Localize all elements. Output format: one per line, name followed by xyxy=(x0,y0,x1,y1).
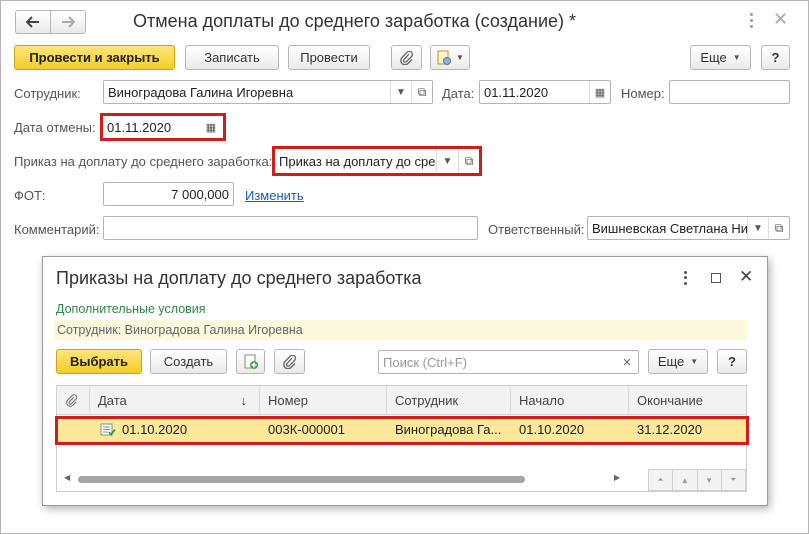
write-button[interactable]: Записать xyxy=(185,45,279,70)
open-icon[interactable]: ⧉ xyxy=(411,81,432,103)
column-date[interactable]: Дата ↓ xyxy=(90,386,260,415)
post-and-close-button[interactable]: Провести и закрыть xyxy=(14,45,175,70)
arrow-left-icon xyxy=(26,16,39,28)
extra-conditions-header[interactable]: Дополнительные условия xyxy=(56,302,206,316)
paperclip-icon xyxy=(399,50,413,65)
scroll-right-icon[interactable]: ▶ xyxy=(614,473,620,482)
scroll-down-icon[interactable]: ▼ xyxy=(696,469,721,491)
change-link[interactable]: Изменить xyxy=(245,188,304,203)
column-start[interactable]: Начало xyxy=(511,386,629,415)
back-button[interactable] xyxy=(15,10,51,34)
highlight-cancel-date xyxy=(100,113,226,141)
row-nav-group: ⏶ ▲ ▼ ⏷ xyxy=(648,469,746,491)
cancel-date-label: Дата отмены: xyxy=(14,120,96,135)
dialog-kebab-icon[interactable] xyxy=(682,270,688,286)
number-field[interactable] xyxy=(669,80,790,104)
number-label: Номер: xyxy=(621,86,665,101)
copy-button[interactable] xyxy=(236,349,265,374)
attach-button[interactable] xyxy=(391,45,422,70)
fot-value: 7 000,000 xyxy=(171,186,229,202)
dialog-close-icon[interactable]: ✕ xyxy=(739,267,753,287)
horizontal-scrollbar[interactable] xyxy=(78,476,525,483)
add-document-icon xyxy=(244,354,258,369)
table-header: Дата ↓ Номер Сотрудник Начало Окончание xyxy=(57,386,746,415)
more-button[interactable]: Еще ▼ xyxy=(690,45,751,70)
paperclip-icon xyxy=(66,394,78,407)
attach-button[interactable] xyxy=(274,349,305,374)
column-number[interactable]: Номер xyxy=(260,386,387,415)
selection-dialog: Приказы на доплату до среднего заработка… xyxy=(42,256,768,506)
create-based-on-button[interactable]: ▼ xyxy=(430,45,470,70)
create-button[interactable]: Создать xyxy=(150,349,227,374)
dialog-help-button[interactable]: ? xyxy=(717,349,747,374)
scroll-up-icon[interactable]: ▲ xyxy=(672,469,697,491)
employee-value: Виноградова Галина Игоревна xyxy=(108,84,294,100)
date-label: Дата: xyxy=(442,86,475,101)
window-title: Отмена доплаты до среднего заработка (со… xyxy=(133,11,577,31)
calendar-icon[interactable]: ▦ xyxy=(589,81,610,103)
kebab-menu-icon[interactable] xyxy=(747,11,755,29)
column-end[interactable]: Окончание xyxy=(629,386,746,415)
dropdown-icon[interactable]: ▼ xyxy=(390,81,411,103)
employee-label: Сотрудник: xyxy=(14,86,81,101)
search-placeholder: Поиск (Ctrl+F) xyxy=(383,354,468,370)
responsible-label: Ответственный: xyxy=(488,222,585,237)
dialog-more-button[interactable]: Еще ▼ xyxy=(648,349,708,374)
comment-label: Комментарий: xyxy=(14,222,100,237)
post-button[interactable]: Провести xyxy=(288,45,370,70)
order-label: Приказ на доплату до среднего заработка: xyxy=(14,154,273,169)
help-button[interactable]: ? xyxy=(761,45,790,70)
forward-button[interactable] xyxy=(50,10,86,34)
document-gear-icon xyxy=(437,50,451,65)
column-date-label: Дата xyxy=(98,393,127,408)
select-button[interactable]: Выбрать xyxy=(56,349,142,374)
highlight-order xyxy=(272,146,482,176)
highlight-selected-row xyxy=(55,416,749,445)
scroll-bottom-icon[interactable]: ⏷ xyxy=(720,469,746,491)
responsible-value: Вишневская Светлана Ни xyxy=(592,220,748,236)
maximize-icon[interactable] xyxy=(711,273,721,283)
date-value: 01.11.2020 xyxy=(484,84,549,100)
clear-search-icon[interactable]: ✕ xyxy=(616,351,638,373)
scroll-left-icon[interactable]: ◀ xyxy=(64,473,70,482)
dropdown-icon[interactable]: ▼ xyxy=(747,217,768,239)
comment-field[interactable] xyxy=(103,216,478,240)
date-field[interactable]: 01.11.2020 ▦ xyxy=(479,80,611,104)
dialog-title: Приказы на доплату до среднего заработка xyxy=(56,268,422,288)
arrow-right-icon xyxy=(62,16,75,28)
document-window: Отмена доплаты до среднего заработка (со… xyxy=(0,0,809,534)
chevron-down-icon: ▼ xyxy=(732,53,741,62)
chevron-down-icon: ▼ xyxy=(690,357,699,366)
close-icon[interactable]: ✕ xyxy=(773,9,788,30)
employee-field[interactable]: Виноградова Галина Игоревна ▼ ⧉ xyxy=(103,80,433,104)
search-field[interactable]: Поиск (Ctrl+F) ✕ xyxy=(378,350,639,374)
scroll-top-icon[interactable]: ⏶ xyxy=(648,469,673,491)
more-label: Еще xyxy=(700,50,727,65)
sort-down-icon: ↓ xyxy=(240,393,248,408)
fot-field[interactable]: 7 000,000 xyxy=(103,182,234,206)
paperclip-icon xyxy=(282,354,296,369)
chevron-down-icon: ▼ xyxy=(456,53,464,62)
filter-text: Сотрудник: Виноградова Галина Игоревна xyxy=(57,323,303,337)
open-icon[interactable]: ⧉ xyxy=(768,217,789,239)
fot-label: ФОТ: xyxy=(14,188,46,203)
column-employee[interactable]: Сотрудник xyxy=(387,386,511,415)
column-attachments[interactable] xyxy=(57,386,90,415)
responsible-field[interactable]: Вишневская Светлана Ни ▼ ⧉ xyxy=(587,216,790,240)
dialog-more-label: Еще xyxy=(657,354,685,369)
filter-bar: Сотрудник: Виноградова Галина Игоревна xyxy=(54,320,747,340)
